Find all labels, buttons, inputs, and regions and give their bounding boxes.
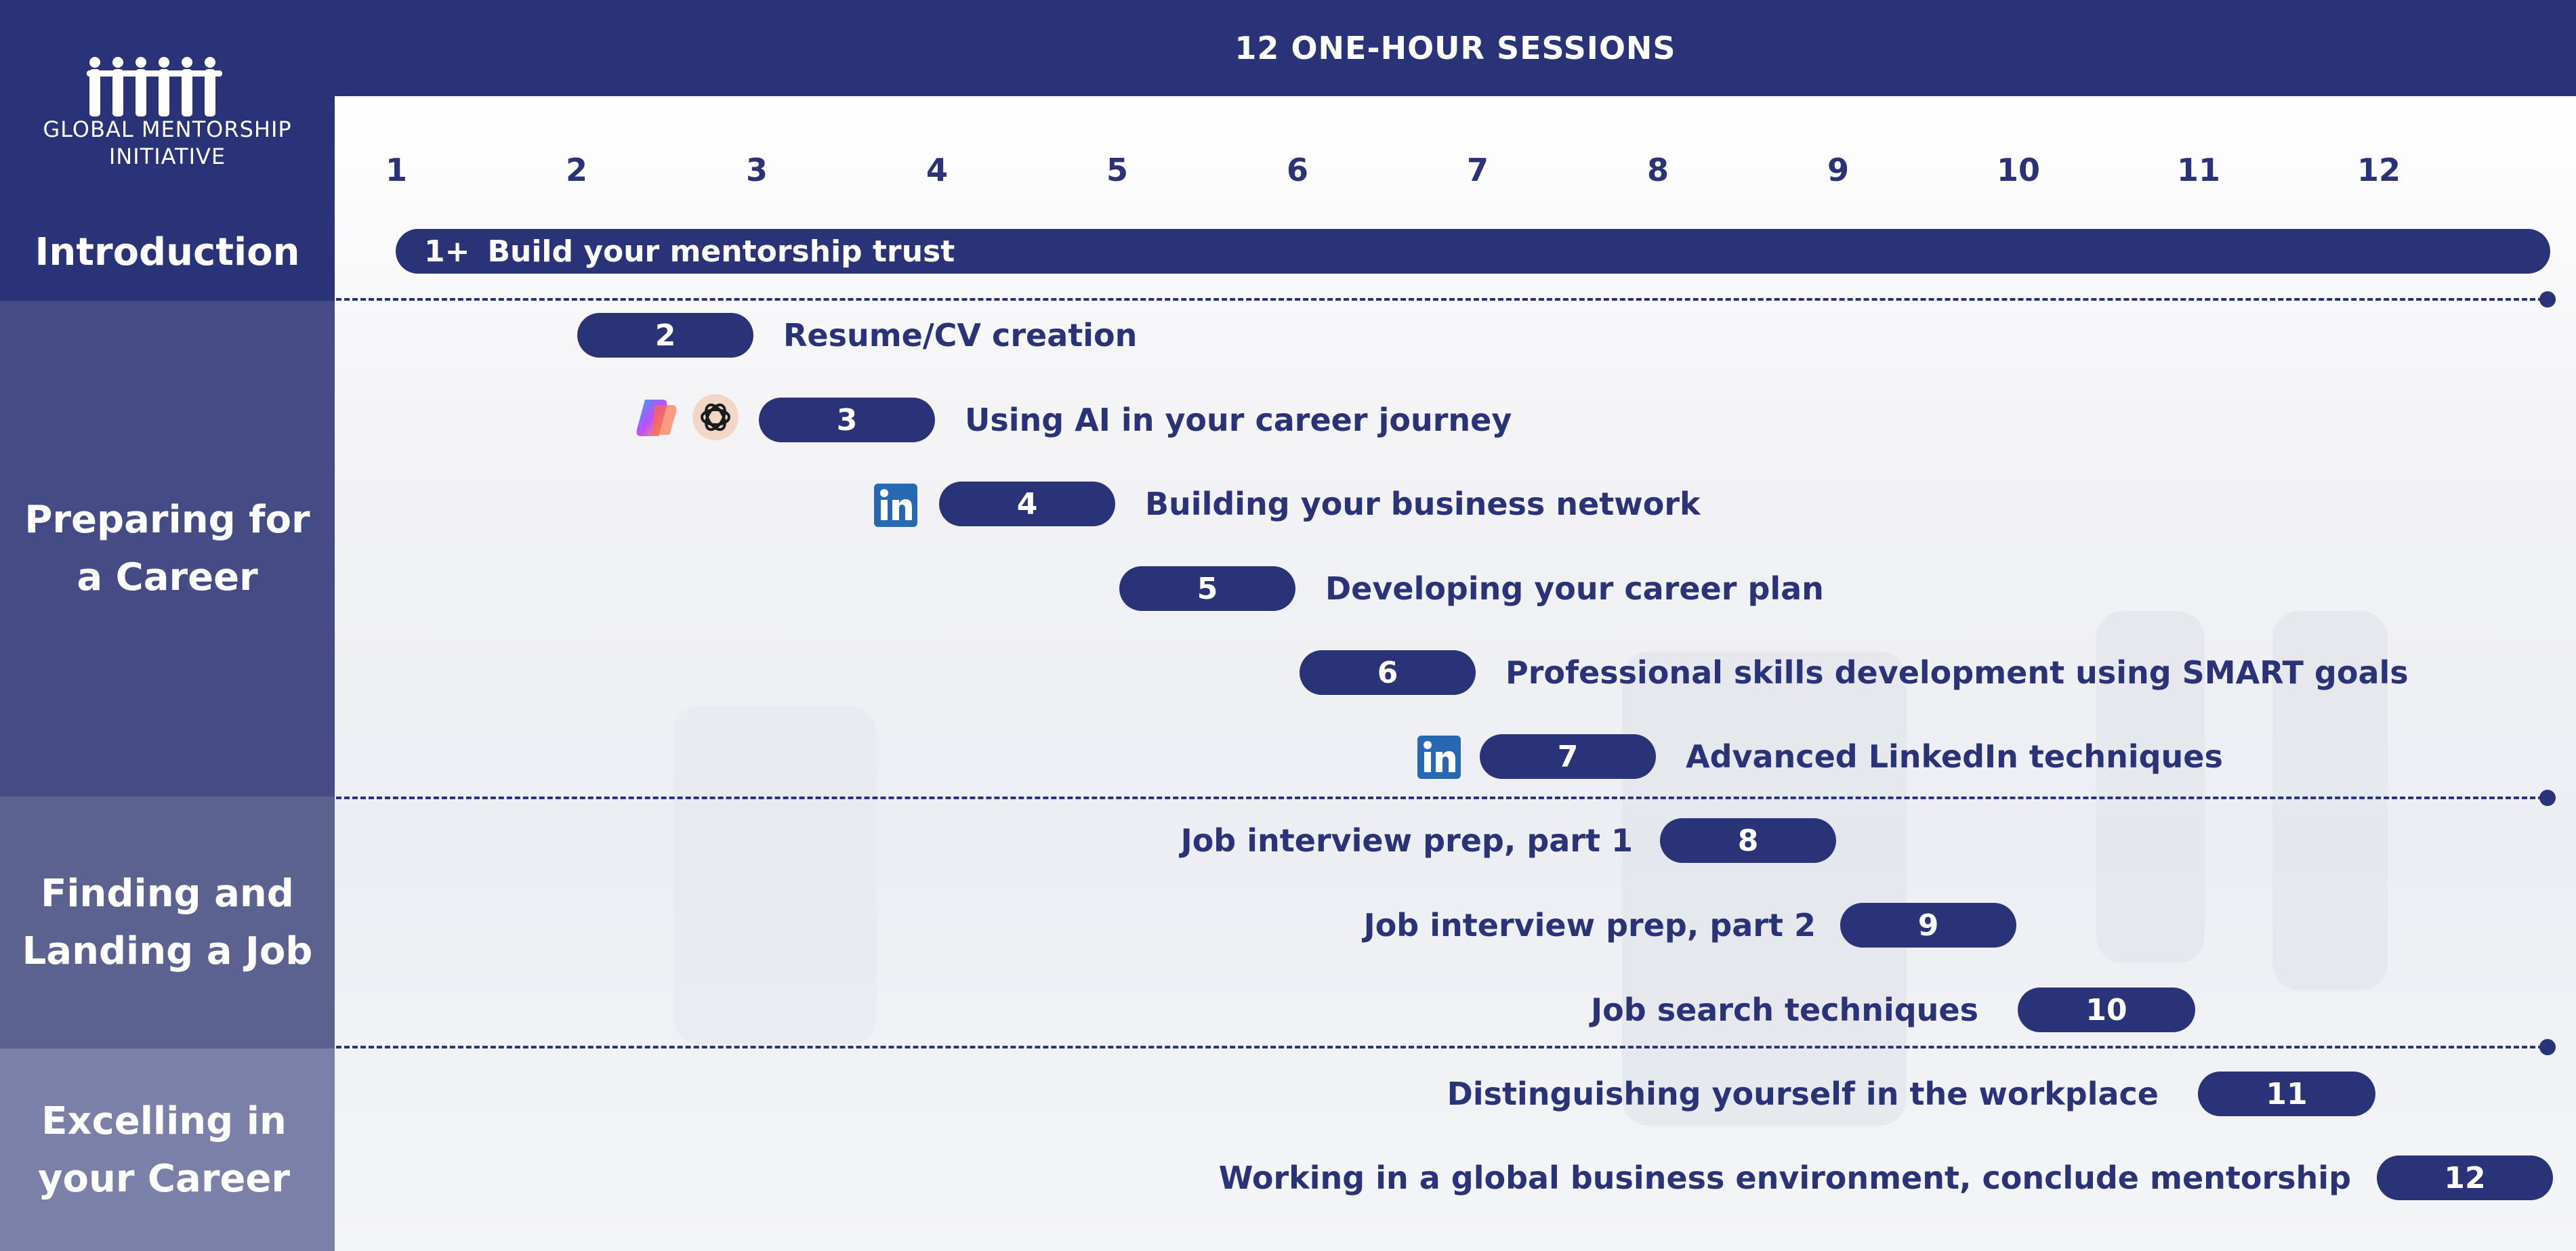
linkedin-icon [874,484,917,527]
phase-preparing-career: Preparing for a Career [0,301,335,797]
session-1-title: Build your mentorship trust [487,234,955,269]
session-number-7: 7 [1466,152,1489,188]
phase-divider [336,298,2543,301]
background-figure [673,706,877,1044]
session-pill-9: 9 [1840,903,2016,948]
logo-text-line2: INITIATIVE [108,144,226,169]
session-pill-3: 3 [759,398,935,442]
session-number-1: 1 [385,152,407,188]
phase-divider [336,797,2543,799]
linkedin-icon [1417,736,1461,779]
session-pill-2: 2 [577,313,753,358]
session-number-5: 5 [1106,152,1128,188]
session-6-title: Professional skills development using SM… [1505,654,2409,691]
session-12-title: Working in a global business environment… [1218,1160,2351,1196]
session-2-title: Resume/CV creation [783,317,1138,354]
session-pill-4: 4 [939,482,1115,526]
phase-sidebar: GLOBAL MENTORSHIP INITIATIVE Introductio… [0,0,335,1251]
session-pill-7: 7 [1480,734,1656,779]
divider-end-dot [2539,1039,2556,1055]
session-pill-5: 5 [1119,566,1295,611]
session-number-10: 10 [1996,152,2040,188]
chatgpt-icon [692,394,739,440]
logo-text-line1: GLOBAL MENTORSHIP [43,116,292,142]
session-number-3: 3 [745,152,768,188]
session-number-9: 9 [1827,152,1849,188]
copilot-icon [636,400,677,436]
session-number-11: 11 [2176,152,2220,188]
session-pill-8: 8 [1660,818,1836,863]
phase-excelling-career: Excelling in your Career [0,1048,335,1251]
session-1-number: 1+ [424,234,470,269]
session-5-title: Developing your career plan [1325,570,1824,607]
session-4-title: Building your business network [1145,486,1701,522]
background-figure [1622,652,1907,1126]
phase-introduction: Introduction [0,203,335,301]
session-pill-10: 10 [2018,988,2195,1032]
people-logo-icon [87,57,222,116]
session-bar-1: 1+ Build your mentorship trust [396,229,2550,274]
session-9-title: Job interview prep, part 2 [1363,907,1816,943]
header-title: 12 ONE-HOUR SESSIONS [335,0,2576,96]
divider-end-dot [2539,790,2556,806]
phase-divider [336,1046,2543,1048]
session-7-title: Advanced LinkedIn techniques [1686,738,2223,775]
session-pill-6: 6 [1300,650,1476,695]
session-pill-12: 12 [2377,1155,2553,1200]
session-number-12: 12 [2356,152,2401,188]
phase-finding-job: Finding and Landing a Job [0,797,335,1048]
session-10-title: Job search techniques [1591,992,1978,1028]
session-number-4: 4 [926,152,948,188]
session-11-title: Distinguishing yourself in the workplace [1447,1076,2159,1112]
session-8-title: Job interview prep, part 1 [1180,822,1633,859]
logo: GLOBAL MENTORSHIP INITIATIVE [0,0,335,203]
session-number-8: 8 [1646,152,1669,188]
divider-end-dot [2539,291,2556,308]
session-pill-11: 11 [2198,1072,2375,1116]
session-number-2: 2 [565,152,587,188]
session-3-title: Using AI in your career journey [965,402,1512,438]
session-number-6: 6 [1286,152,1308,188]
